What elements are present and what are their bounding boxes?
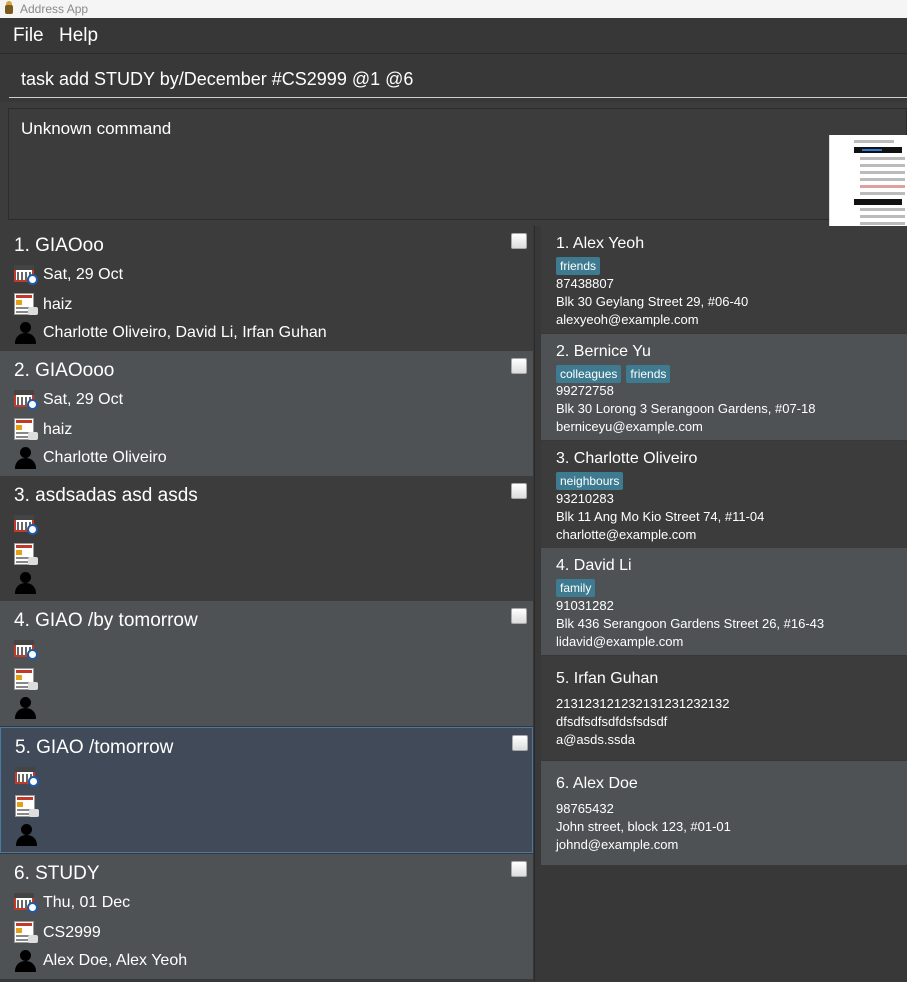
- person-phone: 99272758: [556, 383, 614, 398]
- task-title: 4. GIAO /by tomorrow: [14, 610, 198, 631]
- task-checkbox[interactable]: [511, 861, 527, 877]
- person-icon: [14, 571, 38, 595]
- tag: colleagues: [556, 365, 622, 383]
- person-tags: colleagues friends: [556, 365, 675, 383]
- person-phone: 93210283: [556, 491, 614, 506]
- person-icon: [14, 696, 38, 720]
- task-checkbox[interactable]: [511, 608, 527, 624]
- calendar-icon: [14, 263, 38, 285]
- document-icon: [14, 543, 38, 567]
- person-name: 3. Charlotte Oliveiro: [556, 450, 698, 467]
- window-title: Address App: [20, 2, 89, 16]
- person-card[interactable]: 6. Alex Doe 98765432 John street, block …: [541, 761, 907, 865]
- task-card[interactable]: 1. GIAOoo Sat, 29 Oct haiz Charlotte Oli…: [0, 226, 533, 351]
- person-card[interactable]: 1. Alex Yeoh friends 87438807 Blk 30 Gey…: [541, 226, 907, 333]
- person-email: charlotte@example.com: [556, 527, 697, 542]
- person-name: 6. Alex Doe: [556, 775, 638, 792]
- document-icon: [14, 668, 38, 692]
- result-message: Unknown command: [21, 119, 172, 138]
- tag: friends: [556, 257, 601, 275]
- person-address: dfsdfsdfsdfdsfsdsdf: [556, 714, 668, 729]
- menu-bar: File Help: [0, 18, 907, 54]
- task-title: 5. GIAO /tomorrow: [15, 737, 174, 758]
- task-title: 2. GIAOooo: [14, 360, 115, 381]
- calendar-icon: [15, 765, 39, 787]
- task-checkbox[interactable]: [511, 358, 527, 374]
- person-email: lidavid@example.com: [556, 634, 684, 649]
- task-title: 3. asdsadas asd asds: [14, 485, 198, 506]
- person-phone: 21312312123213123123213​2: [556, 696, 730, 711]
- person-tags: family: [556, 579, 600, 597]
- person-name: 1. Alex Yeoh: [556, 235, 645, 252]
- person-tags: friends: [556, 257, 605, 275]
- title-bar: Address App: [0, 0, 907, 18]
- document-icon: [14, 418, 38, 442]
- task-card[interactable]: 4. GIAO /by tomorrow: [0, 601, 533, 726]
- calendar-icon: [14, 388, 38, 410]
- person-email: a@asds.ssda: [556, 732, 635, 747]
- command-box: [0, 54, 907, 102]
- task-title: 6. STUDY: [14, 863, 100, 884]
- document-icon: [14, 293, 38, 317]
- person-icon: [15, 823, 39, 847]
- tag: family: [556, 579, 596, 597]
- person-card[interactable]: 5. Irfan Guhan 21312312123213123123213​2…: [541, 656, 907, 760]
- tag: friends: [626, 365, 671, 383]
- person-tags: neighbours: [556, 472, 628, 490]
- person-icon: [14, 949, 38, 973]
- person-name: 4. David Li: [556, 557, 632, 574]
- person-email: berniceyu@example.com: [556, 419, 703, 434]
- task-checkbox[interactable]: [511, 233, 527, 249]
- person-address: John street, block 123, #01-01: [556, 819, 731, 834]
- person-icon: [14, 446, 38, 470]
- person-icon: [14, 321, 38, 345]
- person-email: alexyeoh@example.com: [556, 312, 699, 327]
- menu-help[interactable]: Help: [59, 25, 98, 47]
- person-address: Blk 30 Lorong 3 Serangoon Gardens, #07-1…: [556, 401, 816, 416]
- document-icon: [15, 795, 39, 819]
- person-name: 5. Irfan Guhan: [556, 670, 659, 687]
- person-phone: 98765432: [556, 801, 614, 816]
- person-card[interactable]: 4. David Li family 91031282 Blk 436 Sera…: [541, 548, 907, 655]
- person-address: Blk 436 Serangoon Gardens Street 26, #16…: [556, 616, 825, 631]
- person-phone: 87438807: [556, 276, 614, 291]
- person-email: johnd@example.com: [556, 837, 679, 852]
- command-input[interactable]: [9, 62, 907, 98]
- task-list[interactable]: 1. GIAOoo Sat, 29 Oct haiz Charlotte Oli…: [0, 226, 535, 982]
- person-address: Blk 11 Ang Mo Kio Street 74, #11-04: [556, 509, 765, 524]
- task-title: 1. GIAOoo: [14, 235, 104, 256]
- calendar-icon: [14, 891, 38, 913]
- person-name: 2. Bernice Yu: [556, 343, 651, 360]
- person-phone: 91031282: [556, 598, 614, 613]
- task-checkbox[interactable]: [511, 483, 527, 499]
- person-list[interactable]: 1. Alex Yeoh friends 87438807 Blk 30 Gey…: [535, 226, 907, 982]
- calendar-icon: [14, 638, 38, 660]
- task-card[interactable]: 2. GIAOooo Sat, 29 Oct haiz Charlotte Ol…: [0, 351, 533, 476]
- calendar-icon: [14, 513, 38, 535]
- tag: neighbours: [556, 472, 624, 490]
- document-icon: [14, 921, 38, 945]
- result-display: Unknown command: [8, 108, 907, 261]
- task-card[interactable]: 6. STUDY Thu, 01 Dec CS2999 Alex Doe, Al…: [0, 854, 533, 979]
- task-checkbox[interactable]: [512, 735, 528, 751]
- task-card-selected[interactable]: 5. GIAO /tomorrow: [0, 727, 533, 853]
- person-address: Blk 30 Geylang Street 29, #06-40: [556, 294, 749, 309]
- app-icon: [3, 1, 15, 15]
- task-card[interactable]: 3. asdsadas asd asds: [0, 476, 533, 601]
- person-card[interactable]: 3. Charlotte Oliveiro neighbours 9321028…: [541, 441, 907, 548]
- person-card[interactable]: 2. Bernice Yu colleagues friends 99272758…: [541, 334, 907, 440]
- menu-file[interactable]: File: [13, 25, 44, 47]
